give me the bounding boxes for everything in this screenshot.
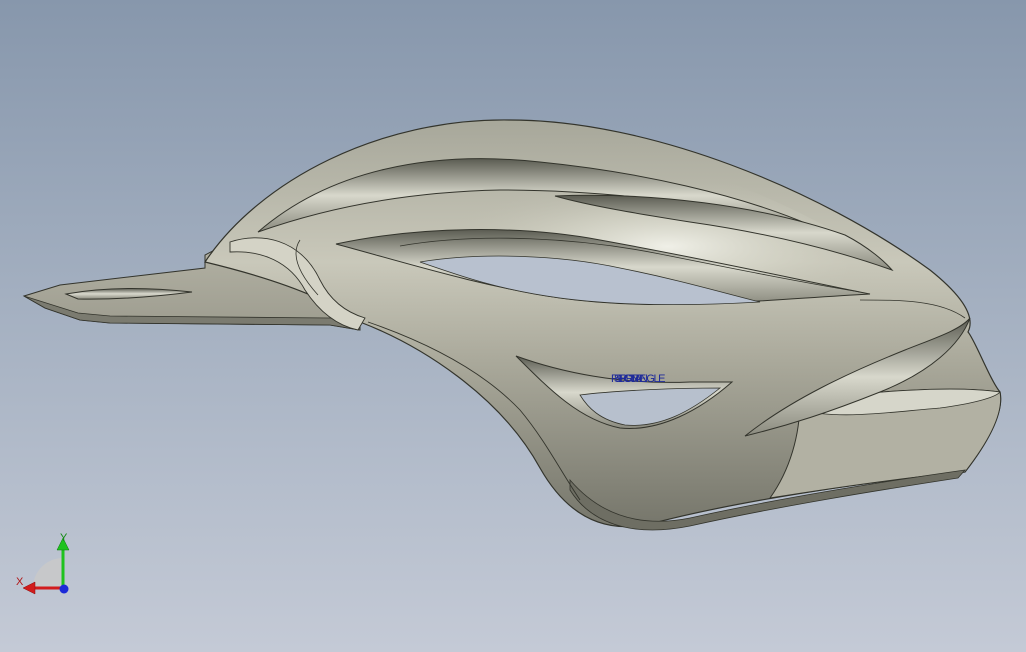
graphics-viewport[interactable]: RECTANGLE FONT SPRITE X Y — [0, 0, 1026, 652]
helmet-model[interactable] — [0, 0, 1026, 652]
annotation-text-sprite: SPRITE — [614, 373, 646, 385]
coordinate-triad: X Y — [10, 528, 80, 598]
y-axis-label: Y — [60, 532, 68, 544]
z-axis-dot — [59, 584, 69, 594]
x-axis-label: X — [16, 576, 24, 588]
triad-quadrant-shape — [33, 558, 63, 588]
